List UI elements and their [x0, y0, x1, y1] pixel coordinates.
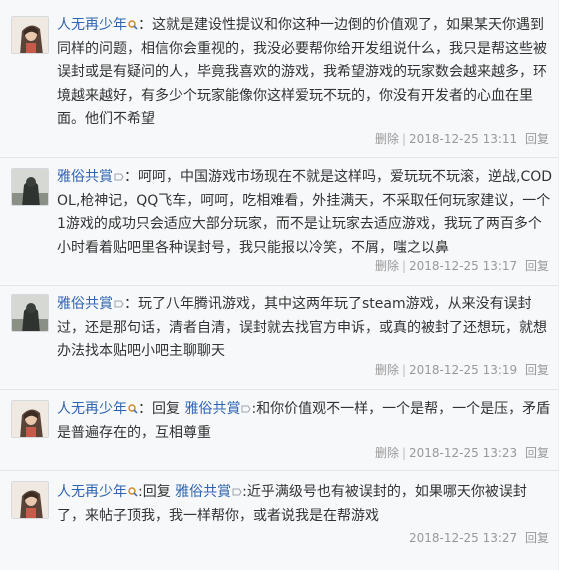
reply-target-link[interactable]: 雅俗共賞: [175, 484, 231, 500]
tag-badge-icon: [114, 300, 124, 308]
separator: |: [401, 132, 407, 146]
timestamp: 2018-12-25 13:19: [409, 363, 518, 377]
avatar[interactable]: [11, 16, 49, 54]
list-item: 雅俗共賞 ：玩了八年腾讯游戏，其中这两年玩了steam游戏，从来没有误封过，还是那…: [0, 286, 566, 389]
reply-meta: 删除 | 2018-12-25 13:17 回复: [375, 258, 549, 274]
reply-meta: 2018-12-25 13:27 回复: [409, 530, 549, 546]
reply-meta: 删除 | 2018-12-25 13:19 回复: [375, 362, 549, 378]
tag-badge-icon: [232, 488, 242, 496]
reply-text: ：呵呵，中国游戏市场现在不就是这样吗，爱玩玩不玩滚，逆战,CODOL,枪神记，Q…: [57, 169, 553, 256]
delete-link[interactable]: 删除: [375, 259, 399, 273]
reply-content: 人无再少年 ：这就是建设性提议和你这种一边倒的价值观了，如果某天你遇到同样的问题，…: [57, 14, 553, 132]
reply-text: ：这就是建设性提议和你这种一边倒的价值观了，如果某天你遇到同样的问题，相信你会重…: [57, 17, 547, 127]
reply-link[interactable]: 回复: [525, 132, 549, 146]
reply-prefix: :回复: [138, 484, 176, 500]
tag-badge-icon: [241, 405, 252, 413]
magnifier-badge-icon: [128, 20, 138, 30]
delete-link[interactable]: 删除: [375, 132, 399, 146]
reply-prefix: ：回复: [138, 401, 185, 417]
avatar-icon: [12, 482, 48, 518]
username-link[interactable]: 雅俗共賞: [57, 296, 113, 312]
reply-content: 人无再少年 ：回复 雅俗共賞:和你价值观不一样，一个是帮，一个是压，矛盾是普遍存在…: [57, 398, 553, 445]
magnifier-badge-icon: [128, 487, 138, 497]
reply-target-link[interactable]: 雅俗共賞: [184, 401, 240, 417]
avatar[interactable]: [11, 294, 49, 332]
avatar-icon: [12, 17, 48, 53]
reply-link[interactable]: 回复: [525, 259, 549, 273]
delete-link[interactable]: 删除: [375, 363, 399, 377]
username-link[interactable]: 人无再少年: [57, 17, 127, 33]
magnifier-badge-icon: [128, 404, 138, 414]
avatar[interactable]: [11, 168, 49, 206]
separator: |: [401, 259, 407, 273]
reply-list: 人无再少年 ：这就是建设性提议和你这种一边倒的价值观了，如果某天你遇到同样的问题，…: [0, 0, 566, 570]
username-link[interactable]: 雅俗共賞: [57, 169, 113, 185]
scrollbar[interactable]: [558, 0, 566, 570]
avatar-icon: [12, 169, 48, 205]
avatar[interactable]: [11, 481, 49, 519]
timestamp: 2018-12-25 13:23: [409, 446, 518, 460]
reply-link[interactable]: 回复: [525, 531, 549, 545]
reply-content: 雅俗共賞 ：玩了八年腾讯游戏，其中这两年玩了steam游戏，从来没有误封过，还是那…: [57, 293, 553, 364]
list-item: 人无再少年 ：回复 雅俗共賞:和你价值观不一样，一个是帮，一个是压，矛盾是普遍存在…: [0, 390, 566, 470]
reply-meta: 删除 | 2018-12-25 13:23 回复: [375, 445, 549, 461]
avatar-icon: [12, 295, 48, 331]
list-item: 雅俗共賞 ：呵呵，中国游戏市场现在不就是这样吗，爱玩玩不玩滚，逆战,CODOL,枪…: [0, 158, 566, 285]
tag-badge-icon: [114, 173, 124, 181]
reply-link[interactable]: 回复: [525, 446, 549, 460]
avatar-icon: [12, 401, 48, 437]
separator: |: [401, 446, 407, 460]
timestamp: 2018-12-25 13:17: [409, 259, 518, 273]
username-link[interactable]: 人无再少年: [57, 484, 127, 500]
list-item: 人无再少年:回复 雅俗共賞:近乎满级号也有被误封的，如果哪天你被误封了，来帖子顶…: [0, 471, 566, 570]
reply-text: ：玩了八年腾讯游戏，其中这两年玩了steam游戏，从来没有误封过，还是那句话，清…: [57, 296, 547, 359]
timestamp: 2018-12-25 13:27: [409, 531, 518, 545]
list-item: 人无再少年 ：这就是建设性提议和你这种一边倒的价值观了，如果某天你遇到同样的问题，…: [0, 0, 566, 157]
reply-content: 雅俗共賞 ：呵呵，中国游戏市场现在不就是这样吗，爱玩玩不玩滚，逆战,CODOL,枪…: [57, 166, 553, 260]
separator: |: [401, 363, 407, 377]
avatar[interactable]: [11, 400, 49, 438]
reply-content: 人无再少年:回复 雅俗共賞:近乎满级号也有被误封的，如果哪天你被误封了，来帖子顶…: [57, 481, 553, 528]
username-link[interactable]: 人无再少年: [57, 401, 127, 417]
reply-link[interactable]: 回复: [525, 363, 549, 377]
timestamp: 2018-12-25 13:11: [409, 132, 518, 146]
delete-link[interactable]: 删除: [375, 446, 399, 460]
reply-meta: 删除 | 2018-12-25 13:11 回复: [375, 131, 549, 147]
